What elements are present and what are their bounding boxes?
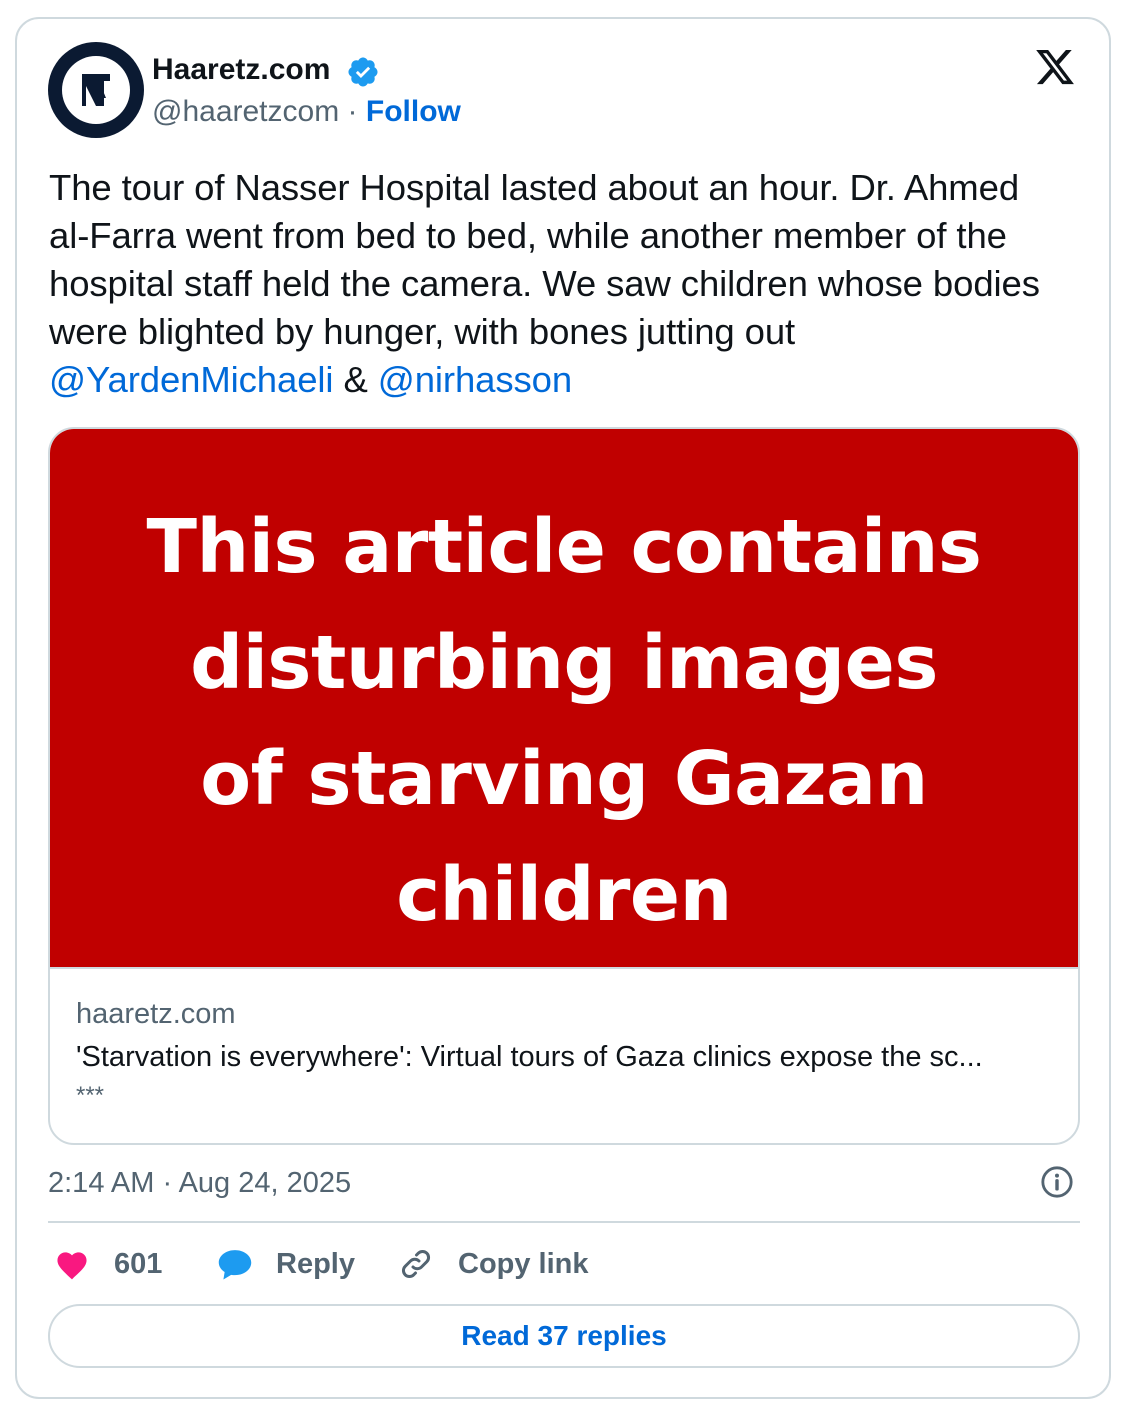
mention-yardenmichaeli[interactable]: @YardenMichaeli: [49, 359, 334, 400]
tweet-text: The tour of Nasser Hospital lasted about…: [49, 164, 1049, 404]
tweet-timestamp[interactable]: 2:14 AM · Aug 24, 2025: [48, 1163, 351, 1203]
link-title: 'Starvation is everywhere': Virtual tour…: [76, 1041, 983, 1073]
actions-divider: [48, 1221, 1080, 1223]
link-subtitle: ***: [76, 1082, 105, 1109]
reply-bubble-icon: [218, 1250, 252, 1280]
link-icon: [402, 1250, 430, 1278]
avatar[interactable]: [48, 42, 144, 138]
preview-line-1: This article contains: [146, 504, 982, 590]
handle-separator: ·: [347, 95, 358, 128]
link-preview-card[interactable]: This article contains disturbing images …: [48, 427, 1080, 1145]
preview-line-4: children: [396, 852, 732, 938]
preview-divider: [50, 967, 1078, 969]
preview-line-3: of starving Gazan: [200, 736, 928, 822]
mention-nirhasson[interactable]: @nirhasson: [378, 359, 572, 400]
heart-icon: [57, 1252, 87, 1280]
copy-link-label: Copy link: [458, 1248, 589, 1280]
copy-link-button[interactable]: Copy link: [398, 1244, 589, 1284]
preview-image-text: This article contains disturbing images …: [50, 489, 1078, 953]
mention-joiner: &: [333, 359, 378, 400]
x-logo-icon[interactable]: [1034, 46, 1076, 88]
link-domain: haaretz.com: [76, 998, 236, 1030]
info-icon[interactable]: [1040, 1165, 1074, 1199]
reply-action-button[interactable]: Reply: [216, 1244, 355, 1284]
reply-label: Reply: [276, 1248, 355, 1280]
follow-button[interactable]: Follow: [366, 95, 461, 128]
article-preview-image: This article contains disturbing images …: [50, 429, 1078, 967]
verified-badge-icon: [348, 57, 378, 87]
tweet-body: The tour of Nasser Hospital lasted about…: [49, 167, 1040, 352]
read-replies-button[interactable]: Read 37 replies: [48, 1304, 1080, 1368]
author-handle-row: @haaretzcom · Follow: [152, 92, 461, 132]
like-button[interactable]: 601: [54, 1244, 162, 1284]
author-name[interactable]: Haaretz.com: [152, 50, 330, 90]
author-handle[interactable]: @haaretzcom: [152, 95, 339, 128]
like-count: 601: [114, 1248, 163, 1280]
read-replies-label: Read 37 replies: [461, 1320, 667, 1351]
haaretz-logo-icon: [82, 74, 110, 106]
preview-line-2: disturbing images: [190, 620, 938, 706]
